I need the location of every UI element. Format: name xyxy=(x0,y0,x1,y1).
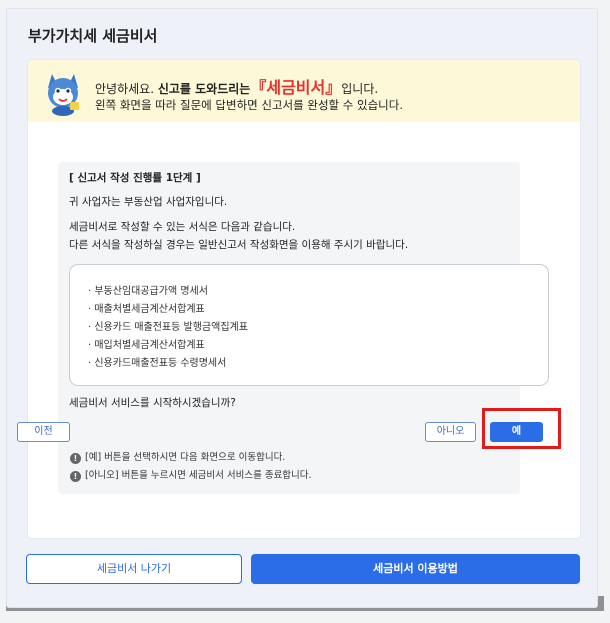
list-item: · 매입처별세금계산서합계표 xyxy=(88,340,205,351)
how-to-use-button[interactable]: 세금비서 이용방법 xyxy=(251,554,580,584)
info-yes-text: [예] 버튼을 선택하시면 다음 화면으로 이동합니다. xyxy=(85,452,286,463)
brand-name: 『세금비서』 xyxy=(250,78,342,97)
prev-button[interactable]: 이전 xyxy=(17,422,70,442)
start-question: 세금비서 서비스를 시작하시겠습니까? xyxy=(69,397,236,409)
tax-secretary-mascot-icon xyxy=(48,74,79,116)
greeting-line-2: 왼쪽 화면을 따라 질문에 답변하면 신고서를 완성할 수 있습니다. xyxy=(95,98,403,112)
info-no: ! [아니오] 버튼을 누르시면 세금비서 서비스를 종료합니다. xyxy=(70,467,312,482)
dialog-title: 부가가치세 세금비서 xyxy=(28,27,158,45)
info-no-text: [아니오] 버튼을 누르시면 세금비서 서비스를 종료합니다. xyxy=(85,470,312,481)
list-item: · 신용카드매출전표등 수령명세서 xyxy=(88,358,227,369)
forms-intro-2: 다른 서식을 작성하실 경우는 일반신고서 작성화면을 이용해 주시기 바랍니다… xyxy=(69,239,409,251)
greeting-prefix: 안녕하세요. xyxy=(95,82,158,96)
step-title: [ 신고서 작성 진행률 1단계 ] xyxy=(69,172,201,184)
yes-button-highlight xyxy=(482,408,561,449)
step-panel: [ 신고서 작성 진행률 1단계 ] 귀 사업자는 부동산업 사업자입니다. 세… xyxy=(58,162,549,494)
greeting-bold: 신고를 도와드리는 xyxy=(157,82,251,96)
tax-secretary-dialog: 부가가치세 세금비서 안녕하세요. 신고를 도와드리는『세금비서』입니다. 왼쪽… xyxy=(6,8,598,608)
info-yes: ! [예] 버튼을 선택하시면 다음 화면으로 이동합니다. xyxy=(70,449,285,464)
list-item: · 부동산임대공급가액 명세서 xyxy=(88,286,208,297)
no-button[interactable]: 아니오 xyxy=(425,422,476,442)
available-forms-list: · 부동산임대공급가액 명세서 · 매출처별세금계산서합계표 · 신용카드 매출… xyxy=(69,264,549,386)
exit-button[interactable]: 세금비서 나가기 xyxy=(26,554,242,584)
greeting-banner: 안녕하세요. 신고를 도와드리는『세금비서』입니다. 왼쪽 화면을 따라 질문에… xyxy=(28,60,580,122)
info-circle-icon: ! xyxy=(70,471,81,482)
greeting-suffix: 입니다. xyxy=(341,82,379,96)
greeting-line-1: 안녕하세요. 신고를 도와드리는『세금비서』입니다. xyxy=(95,74,378,98)
list-item: · 매출처별세금계산서합계표 xyxy=(88,304,205,315)
forms-intro-1: 세금비서로 작성할 수 있는 서식은 다음과 같습니다. xyxy=(69,221,296,233)
business-line: 귀 사업자는 부동산업 사업자입니다. xyxy=(69,196,228,208)
list-item: · 신용카드 매출전표등 발행금액집계표 xyxy=(88,322,248,333)
info-circle-icon: ! xyxy=(70,453,81,464)
